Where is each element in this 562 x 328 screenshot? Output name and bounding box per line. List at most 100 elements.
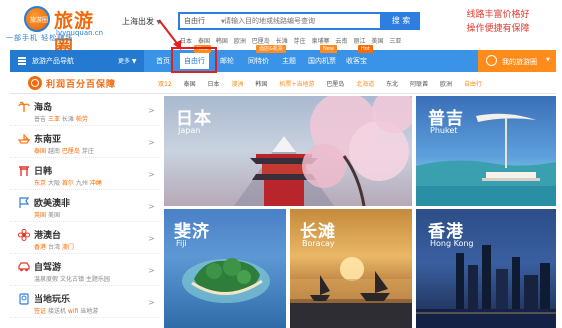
sublink[interactable]: wifi [68, 308, 78, 315]
sidebar-item-sublinks: 温泉度假 文化古镇 主题乐园 [34, 274, 110, 283]
nav-item-theme[interactable]: 主题 [282, 56, 296, 66]
boat-icon [18, 134, 30, 144]
sidebar-item-title: 欧美澳非 [34, 199, 71, 209]
dest-tab[interactable]: 韩国 [255, 81, 267, 88]
hot-word-link[interactable]: 云南 [336, 38, 348, 45]
destination-tile-phuket[interactable]: 普吉 Phuket [416, 96, 556, 206]
dest-tab[interactable]: 北海道 [356, 81, 374, 88]
sublink[interactable]: 普吉 [34, 116, 46, 123]
sidebar-item-islands[interactable]: 海岛 普吉 三亚 长滩 帕劳 > [10, 96, 160, 126]
sublink[interactable]: 英国 [34, 212, 46, 219]
dest-tab[interactable]: 机票+当地游 [279, 81, 314, 88]
sublink[interactable]: 长滩 [62, 116, 74, 123]
sublink[interactable]: 美国 [48, 212, 60, 219]
search-type-label: 自由行 [184, 17, 205, 25]
sublink[interactable]: 泰国 [34, 148, 46, 155]
tile-subtitle: Boracay [302, 239, 335, 248]
hot-word-link[interactable]: 韩国 [216, 38, 228, 45]
nav-item-cruise[interactable]: 邮轮 [220, 56, 234, 66]
sidebar-item-southeast-asia[interactable]: 东南亚 泰国 越南 巴厘岛 芽庄 > [10, 128, 160, 158]
sublink[interactable]: 大阪 [48, 180, 60, 187]
hot-word-link[interactable]: 三亚 [389, 38, 401, 45]
hotel-flight-badge: 酒店&机票 [256, 45, 286, 53]
hot-word-link[interactable]: 欧洲 [234, 38, 246, 45]
flower-icon [18, 229, 30, 241]
hot-word-link[interactable]: 丽江 [353, 38, 365, 45]
sidebar-item-local-fun[interactable]: 当地玩乐 签证 接送机 wifi 当地游 > [10, 288, 160, 318]
sublink[interactable]: 文化古镇 [60, 276, 84, 283]
sidebar-item-title: 东南亚 [34, 135, 62, 145]
hot-word-link[interactable]: 巴厘岛 [252, 38, 270, 45]
sublink[interactable]: 冲绳 [90, 180, 102, 187]
destination-tile-japan[interactable]: 日本 Japan [164, 96, 412, 206]
destination-tile-hong-kong[interactable]: 香港 Hong Kong [416, 209, 556, 328]
hot-word-link[interactable]: 芽庄 [294, 38, 306, 45]
sublink[interactable]: 签证 [34, 308, 46, 315]
logo-slogan: 一部手机 轻松赚钱 [6, 34, 74, 42]
hot-word-link[interactable]: 柬埔寨 [312, 38, 330, 45]
my-account-label: 我的旅游圈 [502, 58, 537, 66]
sublink[interactable]: 首尔 [62, 180, 74, 187]
category-more-link[interactable]: 更多 ▼ [118, 56, 137, 65]
sublink[interactable]: 香港 [34, 244, 46, 251]
sidebar-item-sublinks: 香港 台湾 澳门 [34, 242, 74, 251]
sublink[interactable]: 温泉度假 [34, 276, 58, 283]
nav-item-home[interactable]: 首页 [156, 56, 170, 66]
destination-tile-fiji[interactable]: 斐济 Fiji [164, 209, 286, 328]
sublink[interactable]: 帕劳 [76, 116, 88, 123]
dest-tab[interactable]: 东北 [386, 81, 398, 88]
sublink[interactable]: 巴厘岛 [62, 148, 80, 155]
departure-city-label: 上海出发 [122, 17, 154, 26]
sublink[interactable]: 主题乐园 [86, 276, 110, 283]
sublink[interactable]: 芽庄 [82, 148, 94, 155]
sublink[interactable]: 澳门 [62, 244, 74, 251]
dest-tab[interactable]: 阿联酋 [410, 81, 428, 88]
dest-tab[interactable]: 泰国 [184, 81, 196, 88]
sublink[interactable]: 台湾 [48, 244, 60, 251]
sidebar-item-title: 日韩 [34, 167, 53, 177]
sidebar-item-self-drive[interactable]: 自驾游 温泉度假 文化古镇 主题乐园 > [10, 256, 160, 286]
my-account-menu[interactable]: 我的旅游圈 ▼ [478, 50, 556, 72]
dest-tab[interactable]: 日本 [208, 81, 220, 88]
dest-tab[interactable]: 欧洲 [440, 81, 452, 88]
logo-badge-text: 旅游圈 [30, 17, 49, 24]
sidebar-item-sublinks: 普吉 三亚 长滩 帕劳 [34, 114, 88, 123]
category-nav-toggle[interactable]: 旅游产品导航 更多 ▼ [10, 50, 144, 72]
search-type-select[interactable]: 自由行 ▼ [184, 16, 225, 26]
chevron-right-icon: > [148, 202, 155, 211]
sublink[interactable]: 九州 [76, 180, 88, 187]
search-input[interactable] [224, 15, 334, 27]
car-icon [18, 262, 30, 272]
sidebar-item-title: 海岛 [34, 103, 53, 113]
hot-word-link[interactable]: 长滩 [276, 38, 288, 45]
hot-word-link[interactable]: 泰国 [198, 38, 210, 45]
nav-item-collection[interactable]: 收客宝 [346, 56, 367, 66]
dest-tab[interactable]: 巴厘岛 [326, 81, 344, 88]
search-button[interactable]: 搜 索 [382, 12, 420, 30]
tile-subtitle: Fiji [176, 239, 187, 248]
sublink[interactable]: 东京 [34, 180, 46, 187]
island-icon [18, 101, 30, 112]
category-sidebar: 海岛 普吉 三亚 长滩 帕劳 > 东南亚 泰国 越南 巴厘岛 芽庄 > 日韩 东… [10, 96, 160, 328]
sidebar-item-hk-macau-taiwan[interactable]: 港澳台 香港 台湾 澳门 > [10, 224, 160, 254]
destination-tile-boracay[interactable]: 长滩 Boracay [290, 209, 412, 328]
hot-search-words: 日本 泰国 韩国 欧洲 巴厘岛 长滩 芽庄 柬埔寨 云南 丽江 美国 三亚 [180, 36, 405, 45]
nav-item-domestic-flights[interactable]: 国内机票 [308, 56, 336, 66]
dest-tab[interactable]: 自由行 [464, 81, 482, 88]
guarantee-brand-label: 利润百分百保障 [46, 80, 117, 90]
sublink[interactable]: 接送机 [48, 308, 66, 315]
sidebar-item-europe-america[interactable]: 欧美澳非 英国 美国 > [10, 192, 160, 222]
hot-word-link[interactable]: 美国 [371, 38, 383, 45]
sublink[interactable]: 当地游 [80, 308, 98, 315]
torii-icon [19, 166, 29, 176]
destination-subbar: 利润百分百保障 双12 泰国 日本 澳洲 韩国 机票+当地游 巴厘岛 北海道 东… [10, 72, 556, 94]
sublink[interactable]: 越南 [48, 148, 60, 155]
user-icon [486, 55, 497, 66]
sidebar-item-japan-korea[interactable]: 日韩 东京 大阪 首尔 九州 冲绳 > [10, 160, 160, 190]
dest-tab[interactable]: 澳洲 [231, 81, 243, 88]
page: 旅游圈 旅游圈 lvyouquan.cn 一部手机 轻松赚钱 上海出发 ▼ 自由… [0, 0, 562, 328]
dest-tab[interactable]: 双12 [158, 81, 172, 88]
sublink[interactable]: 三亚 [48, 116, 60, 123]
nav-item-special-price[interactable]: 同特价 [248, 56, 269, 66]
search-box: 自由行 ▼ [178, 12, 382, 30]
